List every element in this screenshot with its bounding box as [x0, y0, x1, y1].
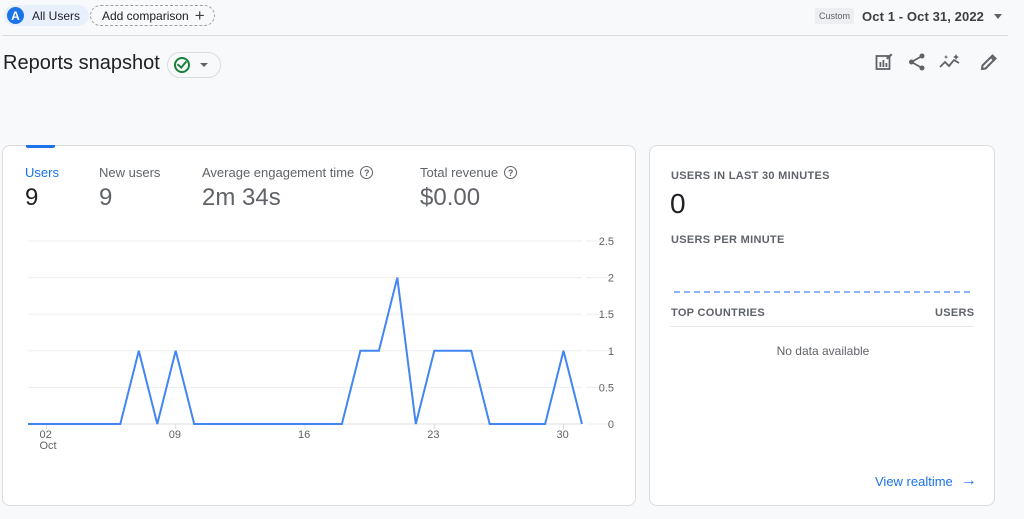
segment-label: All Users [32, 8, 81, 23]
metric-label: New users [99, 165, 161, 180]
metric-tab-users[interactable]: Users 9 [25, 165, 59, 212]
users-last-30-value: 0 [670, 188, 686, 219]
metric-label: Total revenue [420, 165, 499, 180]
date-range-text: Oct 1 - Oct 31, 2022 [862, 8, 984, 24]
top-countries-header: TOP COUNTRIES [671, 307, 765, 319]
insights-icon[interactable] [938, 52, 962, 72]
plus-icon: + [194, 6, 205, 25]
view-realtime-label: View realtime [875, 473, 953, 489]
chevron-down-icon [994, 13, 1002, 19]
metric-tab-avg-engagement-time[interactable]: Average engagement time ? 2m 34s [202, 165, 374, 212]
chevron-down-icon [200, 63, 208, 67]
metric-value: 9 [25, 184, 39, 211]
share-icon[interactable] [907, 52, 927, 72]
customize-report-icon[interactable] [874, 52, 894, 72]
edit-icon[interactable] [979, 52, 999, 72]
check-circle-icon [174, 57, 190, 73]
active-metric-indicator [26, 145, 55, 148]
header-divider [2, 35, 1008, 36]
add-comparison-label: Add comparison [102, 8, 189, 23]
empty-state-text: No data available [776, 344, 870, 358]
metric-tab-new-users[interactable]: New users 9 [99, 165, 160, 212]
metric-label: Users [25, 165, 59, 180]
page-title: Reports snapshot [3, 52, 160, 74]
users-per-minute-sparkline [674, 291, 970, 293]
metric-label: Average engagement time [202, 165, 355, 180]
users-per-minute-label: USERS PER MINUTE [671, 234, 785, 246]
view-realtime-link[interactable]: View realtime → [875, 473, 977, 489]
users-column-header: USERS [935, 307, 975, 319]
segment-avatar: A [7, 7, 24, 24]
metric-value: 2m 34s [202, 184, 281, 211]
add-comparison-button[interactable]: Add comparison + [90, 5, 215, 26]
metric-value: 9 [99, 184, 113, 211]
metric-tab-total-revenue[interactable]: Total revenue ? $0.00 [420, 165, 518, 212]
date-preset-tag: Custom [815, 8, 855, 24]
arrow-right-icon: → [960, 472, 977, 489]
segment-chip-all-users[interactable]: A All Users [4, 5, 90, 26]
help-icon[interactable]: ? [360, 166, 374, 179]
help-icon[interactable]: ? [504, 166, 518, 179]
report-status-dropdown[interactable] [167, 52, 221, 78]
users-last-30-label: USERS IN LAST 30 MINUTES [671, 170, 830, 182]
date-range-picker[interactable]: Custom Oct 1 - Oct 31, 2022 [815, 8, 1002, 24]
table-divider [670, 326, 973, 327]
metric-value: $0.00 [420, 184, 481, 211]
